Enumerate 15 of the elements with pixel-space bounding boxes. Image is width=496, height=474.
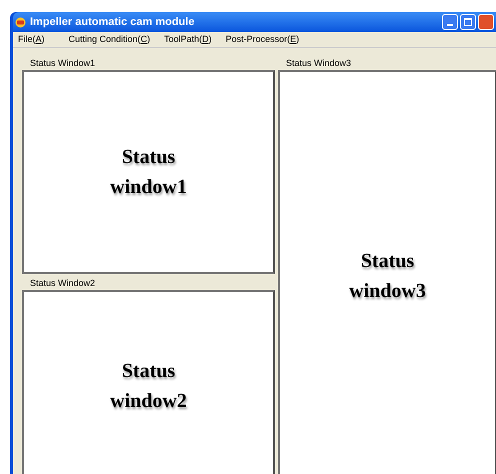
menu-item[interactable]: File(A) [18,32,45,46]
app-icon [15,16,26,28]
menu-item[interactable]: Cutting Condition(C) [68,32,150,46]
window-title: Impeller automatic cam module [30,14,194,30]
status-text: Status window1 [110,145,187,200]
menu-item[interactable]: ToolPath(D) [164,32,212,46]
close-button[interactable] [478,14,494,30]
panel-label: Status Window1 [29,57,96,70]
panel-label: Status Window3 [285,57,352,70]
status-text: Status window3 [349,249,426,304]
status-text: Status window2 [110,359,187,414]
menu-item[interactable]: Post-Processor(E) [226,32,300,46]
panel-label: Status Window2 [29,277,96,290]
maximize-button[interactable] [460,14,476,30]
minimize-button[interactable] [442,14,458,30]
